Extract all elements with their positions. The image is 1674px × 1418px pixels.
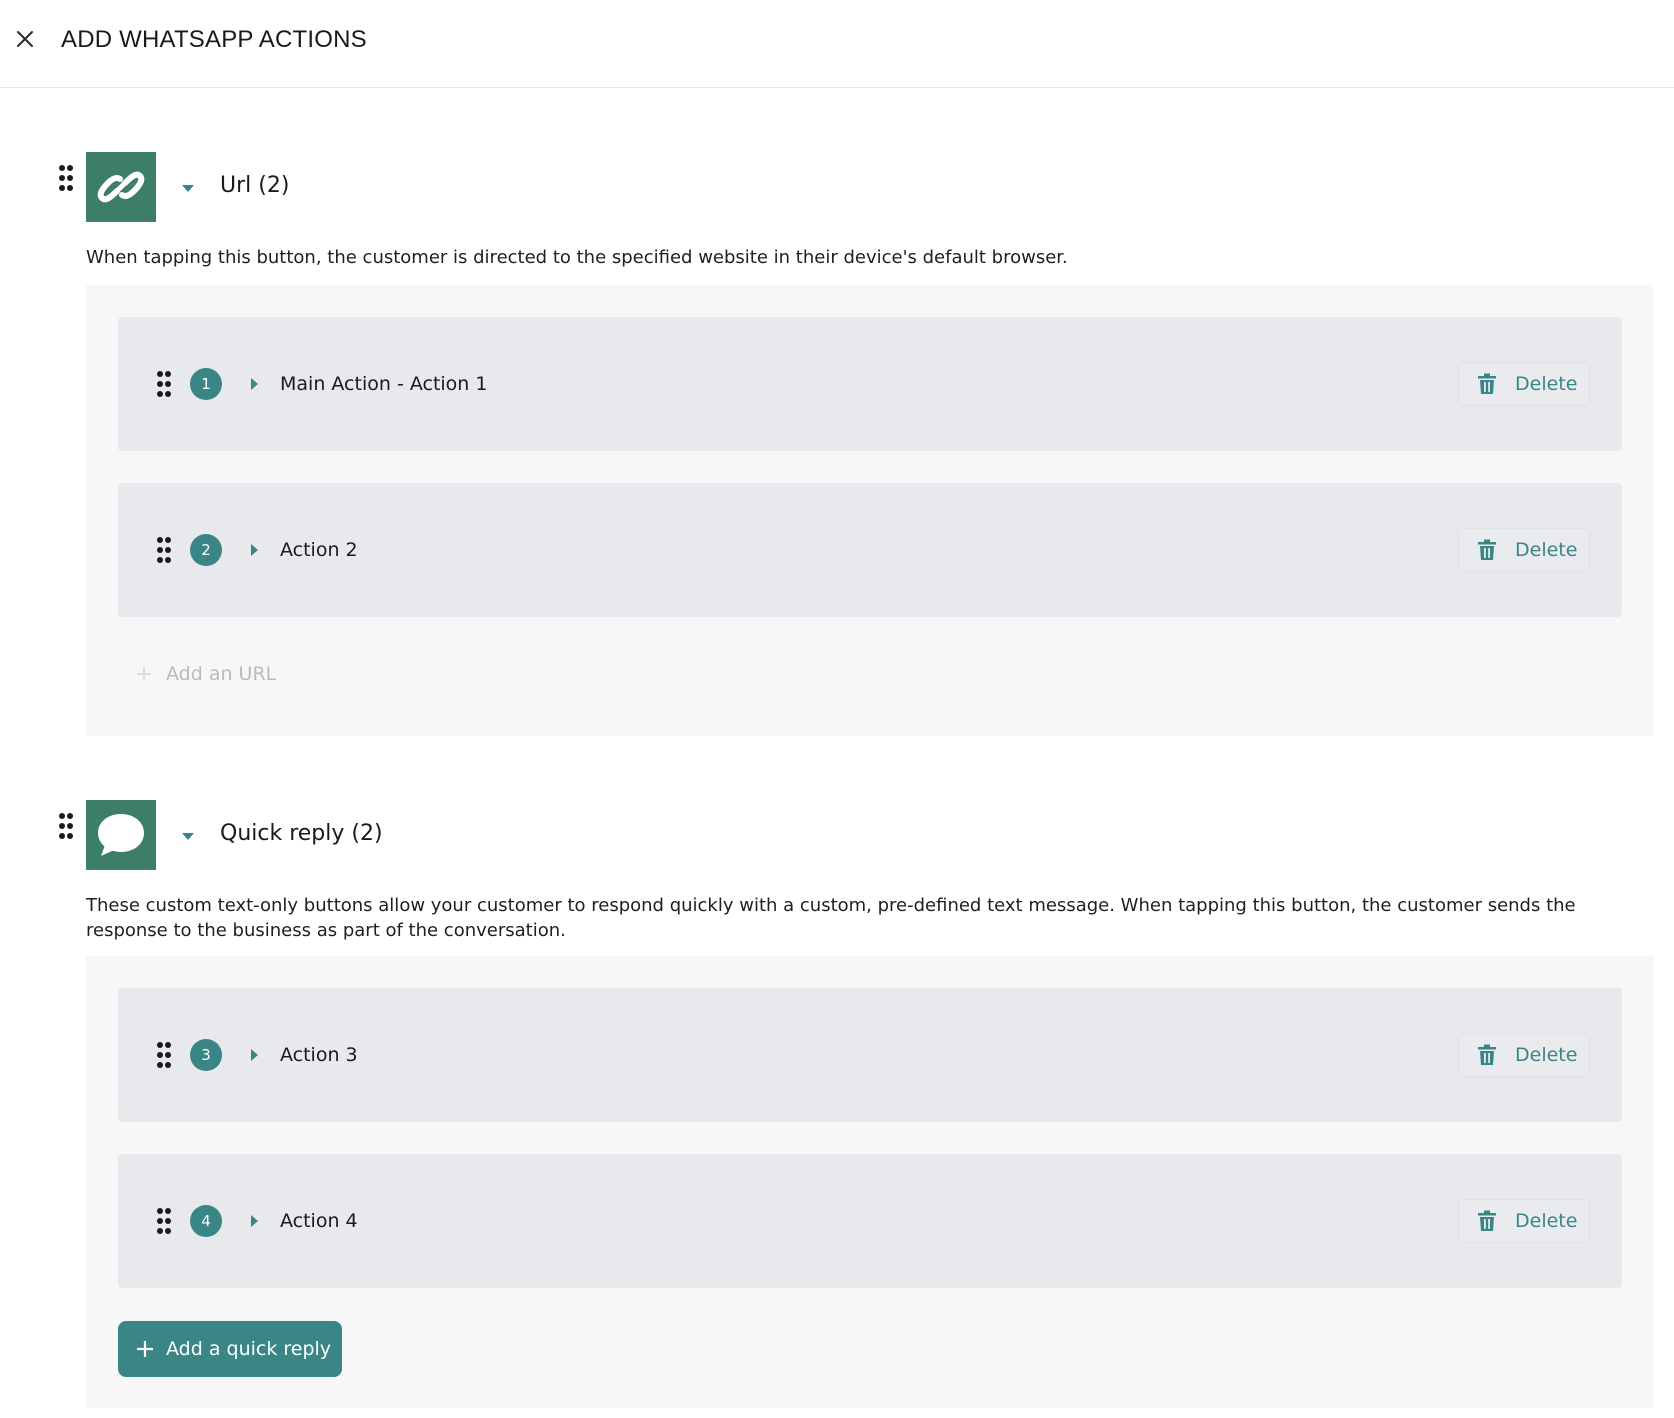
page-title: ADD WHATSAPP ACTIONS (61, 26, 367, 53)
expand-caret-icon[interactable] (246, 1047, 262, 1063)
section-title: Quick reply (2) (220, 821, 383, 846)
plus-icon (137, 667, 151, 681)
add-url-label: Add an URL (166, 663, 277, 685)
action-card[interactable]: 1 Main Action - Action 1 Delete (118, 317, 1622, 451)
trash-icon (1478, 1210, 1496, 1231)
delete-button[interactable]: Delete (1458, 362, 1590, 406)
collapse-caret-icon[interactable] (180, 828, 196, 844)
action-number-badge: 4 (190, 1205, 222, 1237)
action-title: Action 4 (280, 1210, 358, 1232)
delete-label: Delete (1515, 1044, 1578, 1066)
action-number-badge: 3 (190, 1039, 222, 1071)
delete-button[interactable]: Delete (1458, 1199, 1590, 1243)
actions-panel: 1 Main Action - Action 1 Delete 2 Action… (86, 285, 1654, 736)
link-icon (97, 171, 145, 203)
delete-label: Delete (1515, 373, 1578, 395)
drag-handle-icon[interactable] (156, 1041, 172, 1069)
delete-button[interactable]: Delete (1458, 528, 1590, 572)
delete-label: Delete (1515, 1210, 1578, 1232)
trash-icon (1478, 373, 1496, 394)
section-description: These custom text-only buttons allow you… (86, 895, 1576, 941)
action-title: Main Action - Action 1 (280, 373, 488, 395)
expand-caret-icon[interactable] (246, 542, 262, 558)
actions-panel: 3 Action 3 Delete 4 Action 4 Delete Add … (86, 956, 1654, 1408)
action-title: Action 2 (280, 539, 358, 561)
drag-handle-icon[interactable] (156, 1207, 172, 1235)
chat-bubble-icon (98, 814, 144, 856)
action-number-badge: 1 (190, 368, 222, 400)
plus-icon (136, 1340, 154, 1358)
drag-handle-icon[interactable] (58, 812, 74, 840)
trash-icon (1478, 539, 1496, 560)
add-quick-reply-button[interactable]: Add a quick reply (118, 1321, 342, 1377)
expand-caret-icon[interactable] (246, 1213, 262, 1229)
trash-icon (1478, 1044, 1496, 1065)
quick-reply-section-icon (86, 800, 156, 870)
add-url-button[interactable]: Add an URL (136, 663, 276, 685)
close-button[interactable] (12, 26, 38, 52)
add-quick-reply-label: Add a quick reply (166, 1338, 332, 1360)
drag-handle-icon[interactable] (156, 536, 172, 564)
delete-button[interactable]: Delete (1458, 1033, 1590, 1077)
close-icon (17, 31, 33, 47)
action-card[interactable]: 2 Action 2 Delete (118, 483, 1622, 617)
action-title: Action 3 (280, 1044, 358, 1066)
section-title: Url (2) (220, 173, 290, 198)
action-card[interactable]: 4 Action 4 Delete (118, 1154, 1622, 1288)
delete-label: Delete (1515, 539, 1578, 561)
section-description: When tapping this button, the customer i… (86, 247, 1068, 268)
url-section-icon (86, 152, 156, 222)
collapse-caret-icon[interactable] (180, 180, 196, 196)
action-number-badge: 2 (190, 534, 222, 566)
action-card[interactable]: 3 Action 3 Delete (118, 988, 1622, 1122)
drag-handle-icon[interactable] (58, 164, 74, 192)
modal-header: ADD WHATSAPP ACTIONS (0, 0, 1674, 88)
drag-handle-icon[interactable] (156, 370, 172, 398)
expand-caret-icon[interactable] (246, 376, 262, 392)
